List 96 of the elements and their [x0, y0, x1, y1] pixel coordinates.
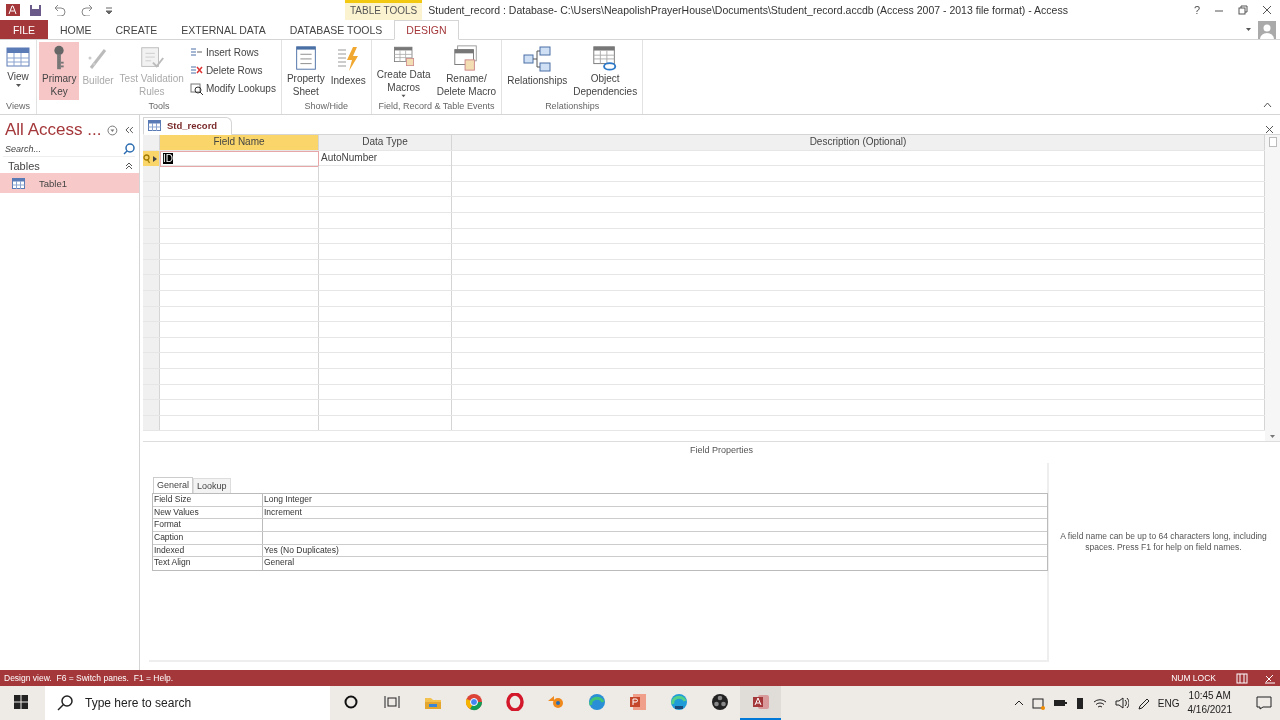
ribbon-button[interactable]: Property Sheet: [283, 42, 328, 100]
ribbon-button[interactable]: Object Dependencies: [570, 42, 641, 100]
search-icon: [123, 142, 135, 155]
field-name-cell[interactable]: ID: [160, 150, 319, 167]
property-value[interactable]: Yes (No Duplicates): [263, 544, 1047, 557]
save-icon: [29, 3, 42, 17]
primary-key-icon: [143, 153, 158, 164]
browser-icon: [587, 693, 606, 711]
speaker-icon: [1114, 697, 1129, 709]
close-icon: [1262, 5, 1272, 15]
design-view-icon: [1264, 672, 1276, 684]
group-label: Views: [5, 101, 31, 113]
close-icon: [1265, 125, 1274, 134]
collapse-chevron-icon: [125, 162, 133, 170]
wifi-icon: [1092, 697, 1107, 709]
navigation-pane-title: All Access ...: [5, 120, 102, 140]
datasheet-view-icon: [1236, 672, 1248, 684]
windows-logo-icon: [13, 695, 28, 709]
property-label: Caption: [153, 532, 263, 544]
access-logo-icon: [6, 3, 20, 17]
language-indicator[interactable]: ENG: [1157, 697, 1180, 709]
task-view-icon: [383, 695, 400, 709]
device-icon: [1074, 696, 1085, 710]
collapse-pane-icon: [124, 125, 134, 135]
search-field[interactable]: Search...: [3, 143, 123, 154]
clock[interactable]: 10:45 AM 4/16/2021: [1187, 689, 1232, 717]
table-icon: [148, 119, 161, 131]
property-value[interactable]: Increment: [263, 506, 1047, 519]
property-tab[interactable]: General: [153, 477, 194, 493]
group-label: Tools: [147, 101, 171, 113]
app-icon: [546, 693, 565, 711]
battery-icon: [1052, 698, 1067, 708]
browser-icon: [464, 693, 483, 711]
group-label: Show/Hide: [303, 101, 350, 113]
recorder-icon: [710, 693, 729, 711]
table-icon: [12, 177, 25, 189]
property-label: New Values: [153, 506, 263, 519]
ribbon-button[interactable]: Rename/ Delete Macro: [433, 42, 500, 100]
collapse-ribbon-icon: [1263, 102, 1272, 108]
relationships-icon: [522, 44, 553, 74]
column-header[interactable]: Field Name: [160, 135, 319, 150]
navigation-group-header[interactable]: Tables: [0, 157, 139, 173]
status-text: Design view. F6 = Switch panes. F1 = Help.: [4, 673, 175, 683]
window-title: Student_record : Database- C:\Users\NeapolishPrayerHouse\Documents\Student_record.accdb (Access 2007 - 2013 file format) - Access: [427, 4, 1069, 16]
meeting-icon: [1031, 696, 1045, 710]
data-type-cell[interactable]: AutoNumber: [319, 150, 452, 167]
ribbon-tab[interactable]: DESIGN: [394, 20, 459, 40]
ribbon-button[interactable]: Create Data Macros: [373, 42, 434, 100]
ribbon-button[interactable]: View: [2, 42, 34, 100]
property-label: Indexed: [153, 544, 263, 557]
browser-icon: [669, 693, 688, 711]
property-value[interactable]: Long Integer: [263, 494, 1047, 506]
lookup-icon: [189, 81, 203, 95]
taskbar-search-field[interactable]: Type here to search: [83, 695, 330, 711]
column-header[interactable]: Description (Optional): [452, 135, 1265, 150]
property-tab[interactable]: Lookup: [193, 478, 231, 493]
document-tab[interactable]: Std_record: [143, 117, 233, 135]
dropdown-circle-icon: [107, 124, 119, 136]
column-header[interactable]: Data Type: [319, 135, 452, 150]
account-avatar-icon: [1258, 20, 1276, 39]
group-label: Field, Record & Table Events: [377, 101, 496, 113]
contextual-tab-label: TABLE TOOLS: [345, 0, 423, 20]
num-lock-indicator: NUM LOCK: [1171, 673, 1216, 683]
help-text: A field name can be up to 64 characters long, including spaces. Press F1 for help on field names.: [1059, 530, 1268, 554]
scroll-down-icon: [1269, 434, 1276, 439]
delete-rows-icon: [189, 63, 203, 77]
search-icon: [57, 695, 73, 711]
file-tab[interactable]: FILE: [0, 20, 48, 39]
ribbon-button[interactable]: Primary Key: [39, 42, 80, 100]
ribbon-button[interactable]: Indexes: [327, 42, 369, 100]
group-label: Relationships: [544, 101, 601, 113]
customize-icon: [105, 5, 113, 15]
property-label: Text Align: [153, 557, 263, 571]
restore-icon: [1238, 5, 1248, 15]
scroll-thumb[interactable]: [1268, 137, 1277, 147]
ring-icon: [505, 693, 524, 711]
taskbar-search-box[interactable]: Type here to search: [45, 686, 330, 720]
navigation-item[interactable]: Table1: [0, 173, 139, 193]
property-label: Format: [153, 519, 263, 532]
circle-icon: [343, 695, 358, 709]
chevron-up-icon: [1013, 699, 1024, 707]
property-label: Field Size: [153, 494, 263, 506]
pen-icon: [1136, 696, 1150, 710]
insert-rows-icon: [189, 45, 203, 59]
property-value[interactable]: General: [263, 557, 1047, 571]
database-app-icon: [751, 693, 770, 711]
ribbon-command[interactable]: Delete Rows: [189, 62, 276, 78]
caret-icon: [1245, 27, 1252, 32]
ribbon-command[interactable]: Modify Lookups: [189, 80, 276, 96]
notification-icon: [1256, 696, 1272, 710]
ribbon-command[interactable]: Insert Rows: [189, 44, 276, 60]
slides-app-icon: [628, 693, 647, 711]
field-properties-title: Field Properties: [689, 445, 754, 457]
table-icon: [5, 44, 31, 70]
help-button[interactable]: ?: [1193, 4, 1200, 16]
ribbon-button[interactable]: Relationships: [504, 42, 571, 100]
